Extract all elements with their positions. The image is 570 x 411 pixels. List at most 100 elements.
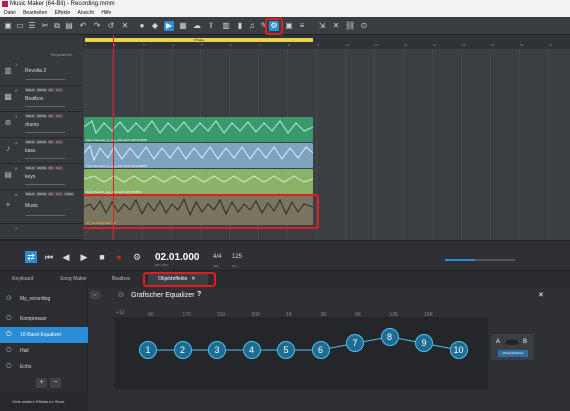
solo-button[interactable]: SOLO xyxy=(25,88,36,92)
settings-icon[interactable]: ⚙ xyxy=(131,251,143,263)
help-button[interactable]: ? xyxy=(197,291,201,298)
loop-range-bar[interactable]: 8 Takte xyxy=(85,38,313,42)
video-icon[interactable]: ▦ xyxy=(178,21,188,31)
copy-icon[interactable]: ⧉ xyxy=(52,21,62,31)
mute-icon[interactable]: ✕ xyxy=(331,21,341,31)
export-icon[interactable]: ⇪ xyxy=(206,21,216,31)
save-icon[interactable]: ▣ xyxy=(3,21,13,31)
eq-band-handle[interactable]: 1 xyxy=(139,341,157,359)
tempo-value[interactable]: 125 xyxy=(232,254,242,260)
cloud-icon[interactable]: ☁ xyxy=(192,21,202,31)
fx-button[interactable]: FX xyxy=(47,192,54,196)
ab-toggle[interactable] xyxy=(506,340,518,345)
track-row[interactable]: 7 xyxy=(0,224,83,240)
track-row[interactable]: ▤ 5 SOLO MUTE FX REC keys xyxy=(0,164,83,190)
tab-beatbox[interactable]: Beatbox xyxy=(102,274,130,285)
rec-button[interactable]: REC xyxy=(54,166,64,170)
undo-icon-2[interactable]: ↺ xyxy=(106,21,116,31)
marker-icon[interactable]: ◆ xyxy=(150,21,160,31)
track-row[interactable]: ▥ 1 Revolta 2 xyxy=(0,60,83,86)
fx-button[interactable]: FX xyxy=(47,88,54,92)
track-row[interactable]: ♪ 4 SOLO MUTE FX REC bass xyxy=(0,138,83,164)
solo-button[interactable]: SOLO xyxy=(25,140,36,144)
keyboard-icon[interactable]: ▮ xyxy=(235,21,245,31)
effect-item-equalizer[interactable]: ⏻ 10-Band-Equalizer xyxy=(0,327,88,343)
volume-slider[interactable] xyxy=(25,158,65,159)
menu-item-effekte[interactable]: Effekte xyxy=(55,10,70,16)
play-button[interactable]: ▶ xyxy=(78,251,90,263)
volume-slider[interactable] xyxy=(25,106,65,107)
redo-icon[interactable]: ↷ xyxy=(92,21,102,31)
close-panel-button[interactable]: ✕ xyxy=(538,291,544,299)
audio-clip[interactable]: Bright Bass 8_ogg_001.HDP 125.00 BPM xyxy=(84,169,313,194)
folder-icon[interactable]: ▭ xyxy=(15,21,25,31)
volume-slider[interactable] xyxy=(25,132,65,133)
volume-slider[interactable] xyxy=(25,79,65,80)
mix-icon[interactable]: ▥ xyxy=(221,21,231,31)
mute-button[interactable]: MUTE xyxy=(36,114,47,118)
cut-icon[interactable]: ✂ xyxy=(40,21,50,31)
stack-icon[interactable]: ≡ xyxy=(297,21,307,31)
menu-item-ansicht[interactable]: Ansicht xyxy=(78,10,94,16)
eq-band-handle[interactable]: 3 xyxy=(208,341,226,359)
effect-item-kompressor[interactable]: ⏻ Kompressor xyxy=(0,311,88,327)
undo-icon[interactable]: ↶ xyxy=(78,21,88,31)
mute-button[interactable]: MUTE xyxy=(36,166,47,170)
time-signature[interactable]: 4/4 xyxy=(213,254,221,260)
solo-button[interactable]: SOLO xyxy=(25,114,36,118)
audio-clip[interactable]: Kitty Computer_8_ogg_001.HDP 125.00 BPM xyxy=(84,143,313,168)
effect-item-hall[interactable]: ⏻ Hall xyxy=(0,343,88,359)
stop-button[interactable]: ■ xyxy=(96,251,108,263)
fx-button[interactable]: FX xyxy=(47,140,54,144)
power-icon[interactable]: ⏻ xyxy=(6,347,12,355)
zoom-icon[interactable]: ⊙ xyxy=(359,21,369,31)
eq-band-handle[interactable]: 6 xyxy=(311,341,330,359)
eq-band-handle[interactable]: 5 xyxy=(277,341,295,359)
rewind-button[interactable]: ⏮ xyxy=(43,251,55,263)
menu-item-datei[interactable]: Datei xyxy=(4,10,16,16)
track-row[interactable]: ⊛ 3 SOLO MUTE FX REC drums xyxy=(0,112,83,138)
power-icon[interactable]: ⏻ xyxy=(6,315,12,323)
playhead[interactable] xyxy=(113,35,114,240)
store-link[interactable]: Viele weitere Effekte im Store xyxy=(0,392,88,411)
menu-item-bearbeiten[interactable]: Bearbeiten xyxy=(23,10,47,16)
rec-button[interactable]: REC xyxy=(54,192,64,196)
mute-button[interactable]: MUTE xyxy=(36,192,47,196)
delete-icon[interactable]: ✕ xyxy=(120,21,130,31)
tab-keyboard[interactable]: Keyboard xyxy=(2,274,33,285)
ab-button[interactable]: Vorher/Nachher xyxy=(498,350,528,357)
tab-song-maker[interactable]: Song Maker xyxy=(50,274,87,285)
mute-button[interactable]: MUTE xyxy=(36,140,47,144)
fx-button[interactable]: FX xyxy=(47,114,54,118)
remove-effect-button[interactable]: − xyxy=(50,378,61,388)
track-name[interactable]: Revolta 2 xyxy=(25,68,46,74)
tool-select-icon[interactable]: ▶ xyxy=(164,21,174,31)
power-icon[interactable]: ⏻ xyxy=(6,331,12,339)
record-button[interactable]: ● xyxy=(113,251,125,263)
solo-button[interactable]: SOLO xyxy=(25,192,36,196)
rec-button[interactable]: REC xyxy=(54,88,64,92)
eq-band-handle[interactable]: 8 xyxy=(380,327,399,346)
menu-item-hilfe[interactable]: Hilfe xyxy=(101,10,111,16)
paste-icon[interactable]: ▤ xyxy=(64,21,74,31)
mute-button[interactable]: MUTE xyxy=(36,88,47,92)
fx-button[interactable]: FX xyxy=(47,166,54,170)
master-volume-slider[interactable] xyxy=(445,259,515,261)
track-name[interactable]: bass xyxy=(25,148,36,154)
power-icon[interactable]: ⏻ xyxy=(6,363,12,371)
link-icon[interactable]: ⛓ xyxy=(345,21,355,31)
rec-button[interactable]: REC xyxy=(54,114,64,118)
volume-slider[interactable] xyxy=(25,184,65,185)
eq-band-handle[interactable]: 10 xyxy=(449,341,468,359)
track-name[interactable]: Music xyxy=(25,203,38,209)
timeline-ruler[interactable]: 8 Takte 123456789101112131415161718 xyxy=(83,35,570,49)
lock-button[interactable]: LOCK xyxy=(64,192,75,196)
rec-button[interactable]: REC xyxy=(54,140,64,144)
volume-slider[interactable] xyxy=(25,215,65,216)
track-row[interactable]: ▩ 2 SOLO MUTE FX REC Beatbox xyxy=(0,86,83,112)
eq-band-handle[interactable]: 4 xyxy=(242,341,261,359)
track-name[interactable]: drums xyxy=(25,122,39,128)
track-name[interactable]: keys xyxy=(25,174,35,180)
mixer-icon[interactable]: ☰ xyxy=(27,21,37,31)
snap-icon[interactable]: ⇲ xyxy=(317,21,327,31)
